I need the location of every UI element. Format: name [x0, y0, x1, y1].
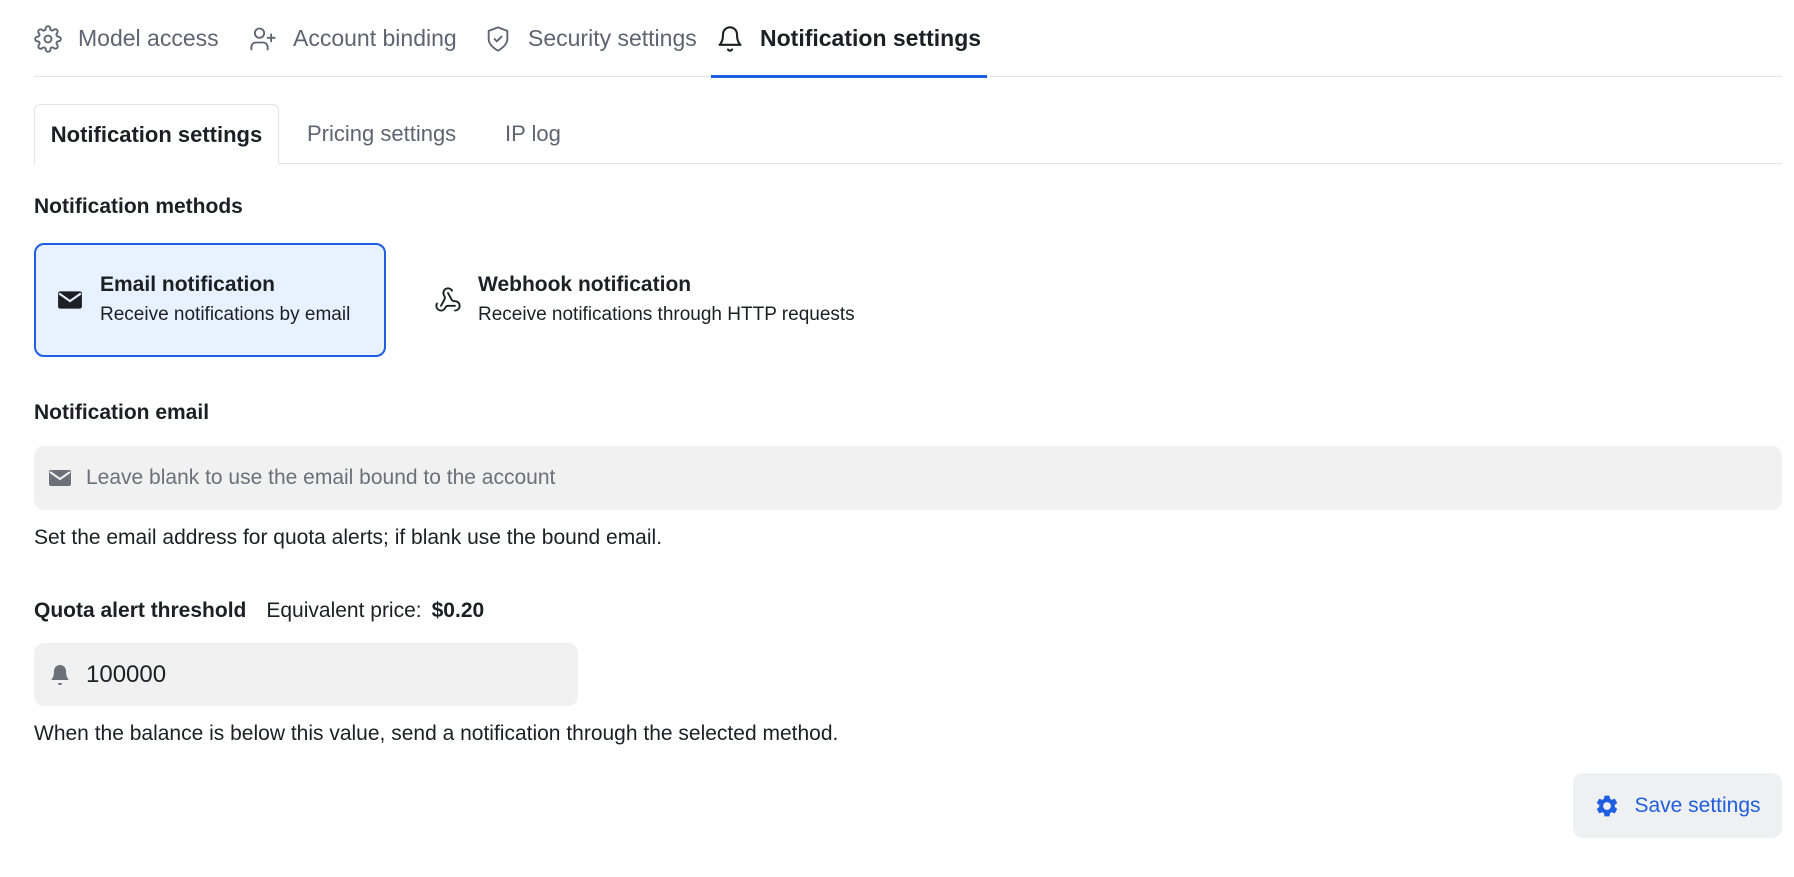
- webhook-icon: [434, 286, 462, 314]
- quota-threshold-input[interactable]: [86, 643, 578, 706]
- tab-label: Notification settings: [760, 25, 982, 51]
- mail-icon: [48, 466, 72, 490]
- option-title: Webhook notification: [478, 273, 692, 296]
- mail-icon: [56, 286, 84, 314]
- subtab-notification-settings[interactable]: Notification settings: [34, 104, 279, 165]
- bell-icon: [718, 25, 742, 52]
- quota-threshold-header: Quota alert threshold Equivalent price: …: [34, 596, 484, 626]
- shield-check-icon: [487, 25, 509, 52]
- tab-notification-settings[interactable]: Notification settings: [711, 0, 988, 78]
- tab-label: Security settings: [528, 25, 697, 51]
- email-notification-option[interactable]: Email notification Receive notifications…: [34, 243, 386, 357]
- subtab-ip-log[interactable]: IP log: [505, 104, 561, 164]
- notification-email-helper: Set the email address for quota alerts; …: [34, 526, 663, 549]
- option-description: Receive notifications by email: [100, 304, 351, 325]
- tab-security-settings[interactable]: Security settings: [484, 0, 697, 77]
- tab-label: Model access: [78, 25, 219, 51]
- sub-tab-bar: Notification settings Pricing settings I…: [34, 104, 1782, 165]
- top-tab-bar: Model access Account binding Security se…: [34, 0, 1782, 78]
- quota-threshold-helper: When the balance is below this value, se…: [34, 722, 839, 745]
- gear-icon: [34, 24, 62, 53]
- quota-threshold-label: Quota alert threshold: [34, 599, 247, 622]
- equivalent-price-value: $0.20: [431, 599, 485, 622]
- equivalent-price-label: Equivalent price:: [266, 599, 422, 622]
- user-plus-icon: [250, 27, 276, 50]
- notification-methods-label: Notification methods: [34, 195, 243, 218]
- option-title: Email notification: [100, 273, 276, 296]
- notification-email-input[interactable]: [86, 446, 1782, 510]
- webhook-notification-option[interactable]: Webhook notification Receive notificatio…: [416, 243, 896, 357]
- tab-label: Account binding: [293, 25, 457, 51]
- bell-icon: [48, 663, 72, 687]
- notification-email-field[interactable]: [34, 446, 1782, 510]
- notification-email-label: Notification email: [34, 401, 210, 424]
- option-description: Receive notifications through HTTP reque…: [478, 304, 855, 325]
- tab-model-access[interactable]: Model access: [34, 0, 219, 77]
- active-tab-indicator: [711, 75, 988, 78]
- quota-threshold-field[interactable]: [34, 643, 578, 706]
- save-settings-button[interactable]: Save settings: [1573, 773, 1782, 838]
- subtab-pricing-settings[interactable]: Pricing settings: [307, 104, 456, 164]
- tab-account-binding[interactable]: Account binding: [249, 0, 457, 77]
- gear-icon: [1597, 795, 1618, 816]
- save-settings-label: Save settings: [1634, 793, 1761, 817]
